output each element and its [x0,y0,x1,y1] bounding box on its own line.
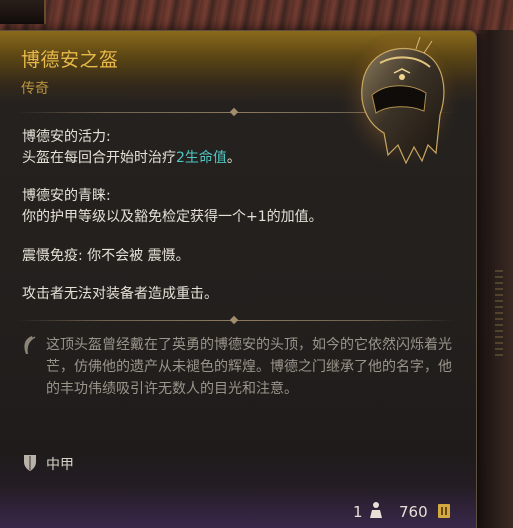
quill-icon [24,336,36,354]
item-tooltip: 博德安之盔 传奇 博德安的活力: 头盔在每回合开始时治疗2生命值。 博德安的青睐… [0,30,477,528]
background-side-panel [473,30,513,528]
divider [16,315,456,325]
shield-icon [24,455,36,471]
effect-line: 震慑免疫: 你不会被 震慑。 [22,248,190,264]
item-name: 博德安之盔 [21,49,119,71]
gold-coin-icon [438,504,450,518]
background-frame [0,0,46,24]
weight-icon [370,502,382,518]
background-scenery [0,0,513,34]
lore-text: 这顶头盔曾经戴在了英勇的博德安的头顶，如今的它依然闪烁着光芒，仿佛他的遗产从未褪… [46,337,452,397]
armor-type: 中甲 [46,457,74,473]
effect-line: 攻击者无法对装备者造成重击。 [22,286,218,302]
item-price: 760 [399,503,428,521]
item-weight: 1 [353,503,363,521]
item-rarity: 传奇 [21,81,49,97]
effect-description: 你的护甲等级以及豁免检定获得一个+1的加值。 [22,209,323,225]
game-screen: 博德安之盔 传奇 博德安的活力: 头盔在每回合开始时治疗2生命值。 博德安的青睐… [0,0,513,528]
heal-amount[interactable]: 2生命值 [176,150,227,166]
helmet-item-image [340,33,460,175]
